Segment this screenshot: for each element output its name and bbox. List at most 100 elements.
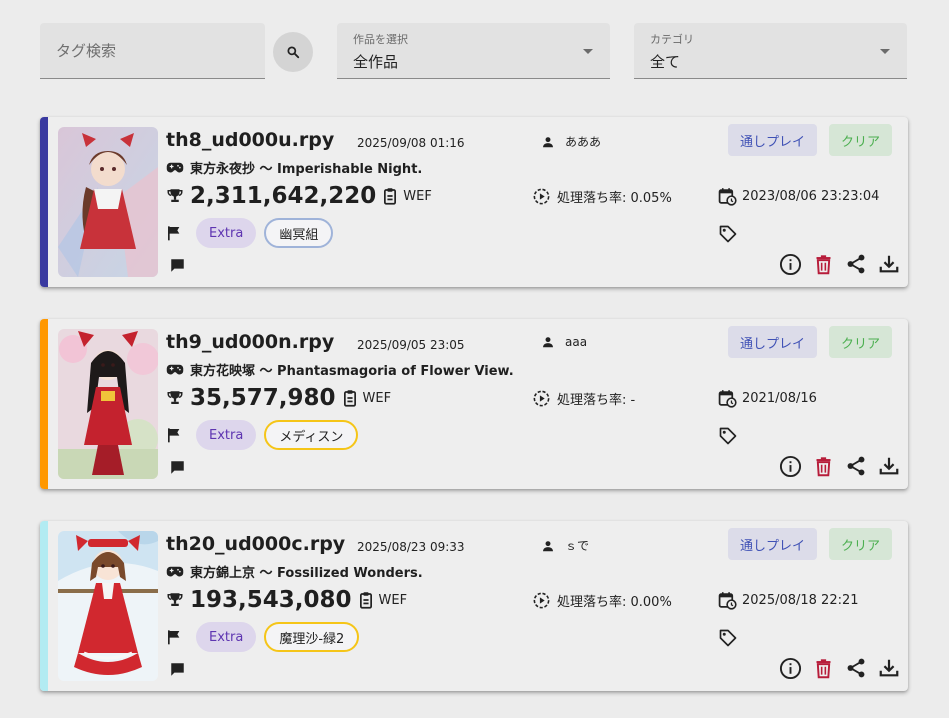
clear-button[interactable]: クリア bbox=[829, 124, 893, 156]
share-icon bbox=[847, 254, 865, 274]
download-icon bbox=[879, 659, 899, 677]
upload-date: 2025/08/23 09:33 bbox=[357, 540, 465, 554]
search-icon bbox=[287, 46, 300, 59]
score-row: 193,543,080 WEF bbox=[166, 587, 407, 613]
difficulty-chip: Extra bbox=[196, 622, 257, 652]
work-select-label: 作品を選択 bbox=[353, 33, 408, 46]
info-button[interactable] bbox=[778, 656, 802, 680]
share-icon bbox=[847, 658, 865, 678]
trophy-icon bbox=[167, 189, 183, 202]
clear-button[interactable]: クリア bbox=[829, 326, 893, 358]
replay-filename: th20_ud000c.rpy bbox=[166, 533, 346, 555]
character-thumbnail bbox=[58, 329, 158, 479]
comment-icon[interactable] bbox=[170, 258, 185, 273]
calendar-icon bbox=[718, 592, 737, 610]
info-icon bbox=[779, 455, 801, 477]
replay-card[interactable]: th9_ud000n.rpy 2025/09/05 23:05 aaa 東方花映… bbox=[40, 319, 908, 489]
trophy-icon bbox=[167, 593, 183, 606]
play-date-text: 2023/08/06 23:23:04 bbox=[742, 189, 880, 204]
card-actions bbox=[778, 454, 901, 478]
slowdown-text: 処理落ち率: 0.00% bbox=[557, 595, 672, 610]
person-icon bbox=[543, 136, 553, 147]
run-type-button[interactable]: 通しプレイ bbox=[728, 124, 818, 156]
work-select[interactable]: 作品を選択 全作品 bbox=[337, 23, 610, 79]
slowdown-text: 処理落ち率: - bbox=[557, 393, 636, 408]
category-select-label: カテゴリ bbox=[650, 33, 694, 46]
flag-icon bbox=[168, 428, 180, 443]
shot-text: WEF bbox=[378, 592, 408, 608]
uploader-name: ｓで bbox=[565, 539, 590, 553]
search-button[interactable] bbox=[273, 32, 313, 72]
shot-type-chip[interactable]: 魔理沙-緑2 bbox=[264, 622, 360, 652]
shot-text: WEF bbox=[362, 390, 392, 406]
calendar-icon bbox=[718, 390, 737, 408]
comment-icon[interactable] bbox=[170, 662, 185, 677]
shot: WEF bbox=[359, 591, 408, 609]
download-icon bbox=[879, 255, 899, 273]
character-thumbnail bbox=[58, 127, 158, 277]
download-button[interactable] bbox=[877, 252, 901, 276]
delete-icon bbox=[816, 254, 830, 274]
delete-button[interactable] bbox=[811, 252, 835, 276]
shot-type-chip[interactable]: 幽冥組 bbox=[264, 218, 334, 248]
shot-type-chip[interactable]: メディスン bbox=[264, 420, 359, 450]
upload-date: 2025/09/08 01:16 bbox=[357, 136, 465, 150]
tag-icon[interactable] bbox=[718, 224, 738, 244]
card-actions bbox=[778, 252, 901, 276]
slowdown-rate: 処理落ち率: - bbox=[532, 389, 635, 408]
uploader-name: あああ bbox=[565, 135, 602, 149]
tag-search-placeholder: タグ検索 bbox=[56, 42, 117, 60]
game-title: 東方花映塚 〜 Phantasmagoria of Flower View. bbox=[166, 360, 514, 379]
category-select[interactable]: カテゴリ 全て bbox=[634, 23, 907, 79]
run-type-button[interactable]: 通しプレイ bbox=[728, 326, 818, 358]
download-button[interactable] bbox=[877, 656, 901, 680]
delete-icon bbox=[816, 658, 830, 678]
share-button[interactable] bbox=[844, 656, 868, 680]
person-icon bbox=[543, 337, 553, 348]
play-date-text: 2025/08/18 22:21 bbox=[742, 593, 859, 608]
slowdown-text: 処理落ち率: 0.05% bbox=[557, 191, 672, 206]
run-type-button[interactable]: 通しプレイ bbox=[728, 528, 818, 560]
score-value: 193,543,080 bbox=[190, 587, 352, 613]
slowdown-rate: 処理落ち率: 0.05% bbox=[532, 187, 672, 206]
shot: WEF bbox=[343, 389, 392, 407]
info-button[interactable] bbox=[778, 454, 802, 478]
replay-filename: th9_ud000n.rpy bbox=[166, 331, 335, 353]
download-button[interactable] bbox=[877, 454, 901, 478]
delete-button[interactable] bbox=[811, 656, 835, 680]
delete-button[interactable] bbox=[811, 454, 835, 478]
slow-motion-icon bbox=[533, 188, 550, 205]
delete-icon bbox=[816, 456, 830, 476]
card-accent-bar bbox=[40, 117, 48, 287]
game-title-text: 東方永夜抄 〜 Imperishable Night. bbox=[190, 162, 423, 177]
comment-icon[interactable] bbox=[170, 460, 185, 475]
clear-button[interactable]: クリア bbox=[829, 528, 893, 560]
play-date: 2021/08/16 bbox=[718, 389, 817, 408]
info-button[interactable] bbox=[778, 252, 802, 276]
tag-icon[interactable] bbox=[718, 426, 738, 446]
calendar-icon bbox=[718, 188, 737, 206]
person-icon bbox=[543, 540, 553, 551]
difficulty-chip: Extra bbox=[196, 420, 257, 450]
shot-text: WEF bbox=[403, 188, 432, 204]
replay-card[interactable]: th20_ud000c.rpy 2025/08/23 09:33 ｓで 東方錦上… bbox=[40, 521, 908, 691]
share-button[interactable] bbox=[844, 454, 868, 478]
card-accent-bar bbox=[40, 319, 48, 489]
game-title: 東方錦上京 〜 Fossilized Wonders. bbox=[166, 562, 423, 581]
clipboard-icon bbox=[343, 390, 356, 407]
tag-icon[interactable] bbox=[718, 628, 738, 648]
card-actions bbox=[778, 656, 901, 680]
tags-row: Extra メディスン bbox=[166, 420, 359, 450]
gamepad-icon bbox=[166, 364, 184, 374]
share-button[interactable] bbox=[844, 252, 868, 276]
gamepad-icon bbox=[166, 566, 184, 576]
chevron-down-icon bbox=[880, 49, 890, 54]
uploader: あああ bbox=[541, 133, 601, 150]
download-icon bbox=[879, 457, 899, 475]
character-thumbnail bbox=[58, 531, 158, 681]
replay-card[interactable]: th8_ud000u.rpy 2025/09/08 01:16 あああ 東方永夜… bbox=[40, 117, 908, 287]
flag-icon bbox=[168, 630, 180, 645]
trophy-icon bbox=[167, 391, 183, 404]
tag-search-input[interactable]: タグ検索 bbox=[40, 23, 265, 79]
clipboard-icon bbox=[384, 188, 397, 205]
